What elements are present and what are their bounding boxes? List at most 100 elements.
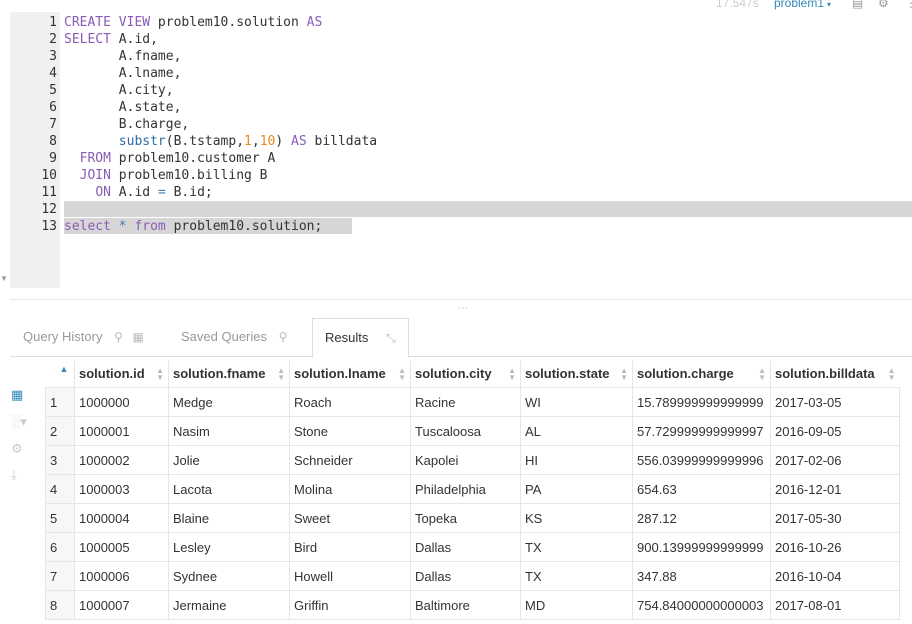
table-cell[interactable]: Schneider (289, 445, 411, 475)
table-cell[interactable]: Dallas (410, 532, 521, 562)
table-row[interactable]: 8 1000007 Jermaine Griffin Baltimore MD 754.84… (45, 590, 900, 620)
document-icon[interactable]: ▤ (852, 0, 863, 10)
table-row[interactable]: 4 1000003 Lacota Molina Philadelphia PA 654.63… (45, 474, 900, 504)
table-cell[interactable]: 2016-10-04 (770, 561, 900, 591)
table-cell[interactable]: Sydnee (168, 561, 290, 591)
more-icon[interactable]: ⋮ (905, 0, 912, 10)
table-cell[interactable]: 1000001 (74, 416, 169, 446)
table-cell[interactable]: 556.03999999999996 (632, 445, 771, 475)
table-cell[interactable]: 1000000 (74, 387, 169, 417)
column-header[interactable]: solution.lname ▲ ▼ (289, 360, 411, 388)
sort-icon[interactable]: ▲ ▼ (398, 367, 406, 382)
sort-icon[interactable]: ▲ ▼ (888, 367, 896, 382)
resize-handle-icon[interactable]: ⋯ (458, 303, 469, 314)
sort-icon[interactable]: ▲ ▼ (277, 367, 285, 382)
table-cell[interactable]: TX (520, 561, 633, 591)
settings-icon[interactable]: ⚙ (11, 441, 23, 457)
column-header[interactable]: solution.fname ▲ ▼ (168, 360, 290, 388)
table-cell[interactable]: 57.729999999999997 (632, 416, 771, 446)
table-cell[interactable]: 2017-03-05 (770, 387, 900, 417)
table-cell[interactable]: MD (520, 590, 633, 620)
table-cell[interactable]: 15.789999999999999 (632, 387, 771, 417)
row-number-cell[interactable]: 4 (45, 474, 75, 504)
table-cell[interactable]: Lacota (168, 474, 290, 504)
tab-results[interactable]: Results ⤡ (312, 318, 409, 358)
row-number-cell[interactable]: 8 (45, 590, 75, 620)
table-cell[interactable]: 2017-08-01 (770, 590, 900, 620)
row-number-cell[interactable]: 7 (45, 561, 75, 591)
table-cell[interactable]: Kapolei (410, 445, 521, 475)
table-cell[interactable]: TX (520, 532, 633, 562)
table-cell[interactable]: PA (520, 474, 633, 504)
table-cell[interactable]: Jolie (168, 445, 290, 475)
chart-icon[interactable]: ░▾ (11, 414, 27, 430)
table-cell[interactable]: KS (520, 503, 633, 533)
expand-icon[interactable]: ⤡ (386, 319, 396, 357)
table-cell[interactable]: Blaine (168, 503, 290, 533)
column-header[interactable]: solution.charge ▲ ▼ (632, 360, 771, 388)
table-cell[interactable]: Stone (289, 416, 411, 446)
row-number-cell[interactable]: 2 (45, 416, 75, 446)
table-row[interactable]: 6 1000005 Lesley Bird Dallas TX 900.1399999999… (45, 532, 900, 562)
gear-icon[interactable]: ⚙ (878, 0, 889, 10)
table-row[interactable]: 2 1000001 Nasim Stone Tuscaloosa AL 57.7299999… (45, 416, 900, 446)
collapse-arrow-icon[interactable]: ▼ (0, 274, 8, 283)
table-cell[interactable]: Medge (168, 387, 290, 417)
column-header[interactable]: solution.id ▲ ▼ (74, 360, 169, 388)
table-cell[interactable]: Molina (289, 474, 411, 504)
sql-editor[interactable]: 1 2 3 4 5 6 7 8 9 10 11 12 13 CREATE VIEW problem10.… (10, 12, 912, 288)
table-cell[interactable]: 347.88 (632, 561, 771, 591)
database-selector[interactable]: problem1 ▾ (774, 0, 831, 10)
sort-icon[interactable]: ▲ ▼ (508, 367, 516, 382)
table-cell[interactable]: 900.13999999999999 (632, 532, 771, 562)
table-cell[interactable]: HI (520, 445, 633, 475)
table-cell[interactable]: Bird (289, 532, 411, 562)
table-cell[interactable]: 1000004 (74, 503, 169, 533)
row-number-cell[interactable]: 6 (45, 532, 75, 562)
table-row[interactable]: 3 1000002 Jolie Schneider Kapolei HI 556.03999… (45, 445, 900, 475)
table-row[interactable]: 1 1000000 Medge Roach Racine WI 15.78999999999… (45, 387, 900, 417)
grid-view-icon[interactable]: ▦ (11, 387, 23, 403)
table-cell[interactable]: 1000005 (74, 532, 169, 562)
table-cell[interactable]: Howell (289, 561, 411, 591)
calendar-icon[interactable]: ▦ (133, 318, 144, 356)
search-icon[interactable]: ⚲ (114, 318, 123, 356)
table-cell[interactable]: 2017-05-30 (770, 503, 900, 533)
search-icon[interactable]: ⚲ (279, 318, 288, 356)
download-icon[interactable]: ⤓ (11, 467, 17, 483)
table-cell[interactable]: 2017-02-06 (770, 445, 900, 475)
table-cell[interactable]: 287.12 (632, 503, 771, 533)
table-cell[interactable]: 1000007 (74, 590, 169, 620)
table-cell[interactable]: 2016-12-01 (770, 474, 900, 504)
column-header[interactable]: solution.city ▲ ▼ (410, 360, 521, 388)
table-cell[interactable]: AL (520, 416, 633, 446)
table-cell[interactable]: 1000006 (74, 561, 169, 591)
row-number-cell[interactable]: 3 (45, 445, 75, 475)
table-cell[interactable]: Tuscaloosa (410, 416, 521, 446)
table-cell[interactable]: Dallas (410, 561, 521, 591)
table-row[interactable]: 7 1000006 Sydnee Howell Dallas TX 347.88 2016-1… (45, 561, 900, 591)
row-number-header[interactable]: ▲ (45, 360, 75, 388)
table-cell[interactable]: 654.63 (632, 474, 771, 504)
code-area[interactable]: CREATE VIEW problem10.solution AS SELECT … (64, 12, 912, 288)
table-cell[interactable]: Philadelphia (410, 474, 521, 504)
column-header[interactable]: solution.billdata ▲ ▼ (770, 360, 900, 388)
sort-icon[interactable]: ▲ ▼ (758, 367, 766, 382)
table-cell[interactable]: 1000002 (74, 445, 169, 475)
table-cell[interactable]: Baltimore (410, 590, 521, 620)
table-cell[interactable]: Sweet (289, 503, 411, 533)
column-header[interactable]: solution.state ▲ ▼ (520, 360, 633, 388)
sort-ascending-icon[interactable]: ▲ (60, 364, 69, 374)
row-number-cell[interactable]: 5 (45, 503, 75, 533)
table-cell[interactable]: 1000003 (74, 474, 169, 504)
tab-saved-queries[interactable]: Saved Queries ⚲ (181, 318, 287, 356)
table-cell[interactable]: 754.84000000000003 (632, 590, 771, 620)
table-cell[interactable]: Jermaine (168, 590, 290, 620)
sort-icon[interactable]: ▲ ▼ (156, 367, 164, 382)
table-cell[interactable]: Roach (289, 387, 411, 417)
table-cell[interactable]: WI (520, 387, 633, 417)
table-cell[interactable]: 2016-09-05 (770, 416, 900, 446)
table-cell[interactable]: Topeka (410, 503, 521, 533)
table-cell[interactable]: Griffin (289, 590, 411, 620)
table-cell[interactable]: Nasim (168, 416, 290, 446)
